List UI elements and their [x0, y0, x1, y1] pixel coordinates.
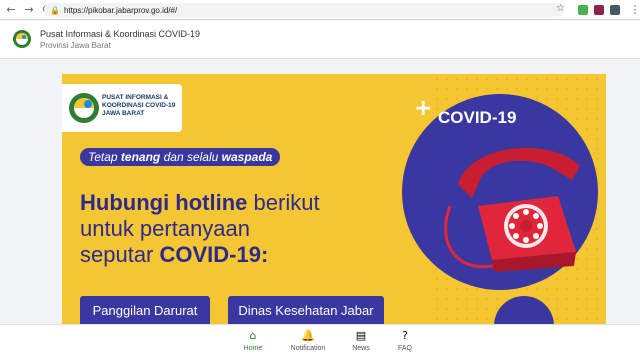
- banner-logo-text: PUSAT INFORMASI & KOORDINASI COVID-19 JA…: [102, 94, 176, 117]
- nav-notification-label: Notification: [290, 345, 326, 352]
- headline-text: untuk pertanyaan: [80, 216, 251, 241]
- covid-label: COVID-19: [438, 108, 517, 127]
- nav-faq-label: FAQ: [397, 345, 412, 352]
- arrow-left-icon[interactable]: ←: [4, 3, 18, 17]
- url-text: https://pikobar.jabarprov.go.id/#/: [63, 5, 178, 15]
- banner-logo-card: PUSAT INFORMASI & KOORDINASI COVID-19 JA…: [62, 84, 182, 132]
- hero-banner: PUSAT INFORMASI & KOORDINASI COVID-19 JA…: [62, 74, 606, 330]
- banner-headline: Hubungi hotline berikut untuk pertanyaan…: [80, 190, 420, 268]
- nav-home[interactable]: ⌂ Home: [223, 329, 283, 352]
- telephone-icon: [444, 147, 580, 272]
- tagline-text: dan selalu: [160, 150, 222, 164]
- tagline: Tetap tenang dan selalu waspada: [80, 148, 281, 166]
- menu-icon[interactable]: ⋮: [628, 3, 640, 17]
- nav-notification[interactable]: 🔔 Notification: [278, 329, 338, 352]
- pikobar-logo-icon[interactable]: [12, 29, 32, 49]
- pikobar-logo-icon: [69, 93, 99, 123]
- tagline-text: Tetap: [88, 150, 121, 164]
- help-icon: ?: [402, 329, 408, 342]
- site-subtitle: Provinsi Jawa Barat: [40, 41, 111, 50]
- address-bar[interactable]: 🔒 https://pikobar.jabarprov.go.id/#/: [44, 3, 564, 17]
- tagline-bold: waspada: [221, 150, 273, 164]
- headline-text: berikut: [247, 190, 320, 215]
- lock-icon: 🔒: [50, 5, 60, 15]
- headline-text: seputar: [80, 242, 160, 267]
- browser-toolbar: ← → ⟳ 🔒 https://pikobar.jabarprov.go.id/…: [0, 0, 640, 20]
- nav-home-label: Home: [243, 345, 263, 352]
- site-header: Pusat Informasi & Koordinasi COVID-19 Pr…: [0, 21, 640, 59]
- extension-icon[interactable]: [578, 5, 588, 15]
- nav-faq[interactable]: ? FAQ: [375, 329, 435, 352]
- plus-icon: +: [414, 96, 433, 121]
- headline-bold: Hubungi hotline: [80, 190, 248, 215]
- bottom-navigation: ⌂ Home 🔔 Notification ▤ News ? FAQ: [0, 324, 640, 360]
- site-title: Pusat Informasi & Koordinasi COVID-19: [40, 29, 201, 39]
- bookmark-star-icon[interactable]: ☆: [556, 3, 565, 14]
- home-icon: ⌂: [249, 329, 257, 342]
- arrow-right-icon[interactable]: →: [22, 3, 36, 17]
- headline-bold: COVID-19:: [159, 242, 269, 267]
- extension-icon[interactable]: [610, 5, 620, 15]
- bell-icon: 🔔: [301, 329, 315, 342]
- extension-icon[interactable]: [594, 5, 604, 15]
- tagline-bold: tenang: [120, 150, 161, 164]
